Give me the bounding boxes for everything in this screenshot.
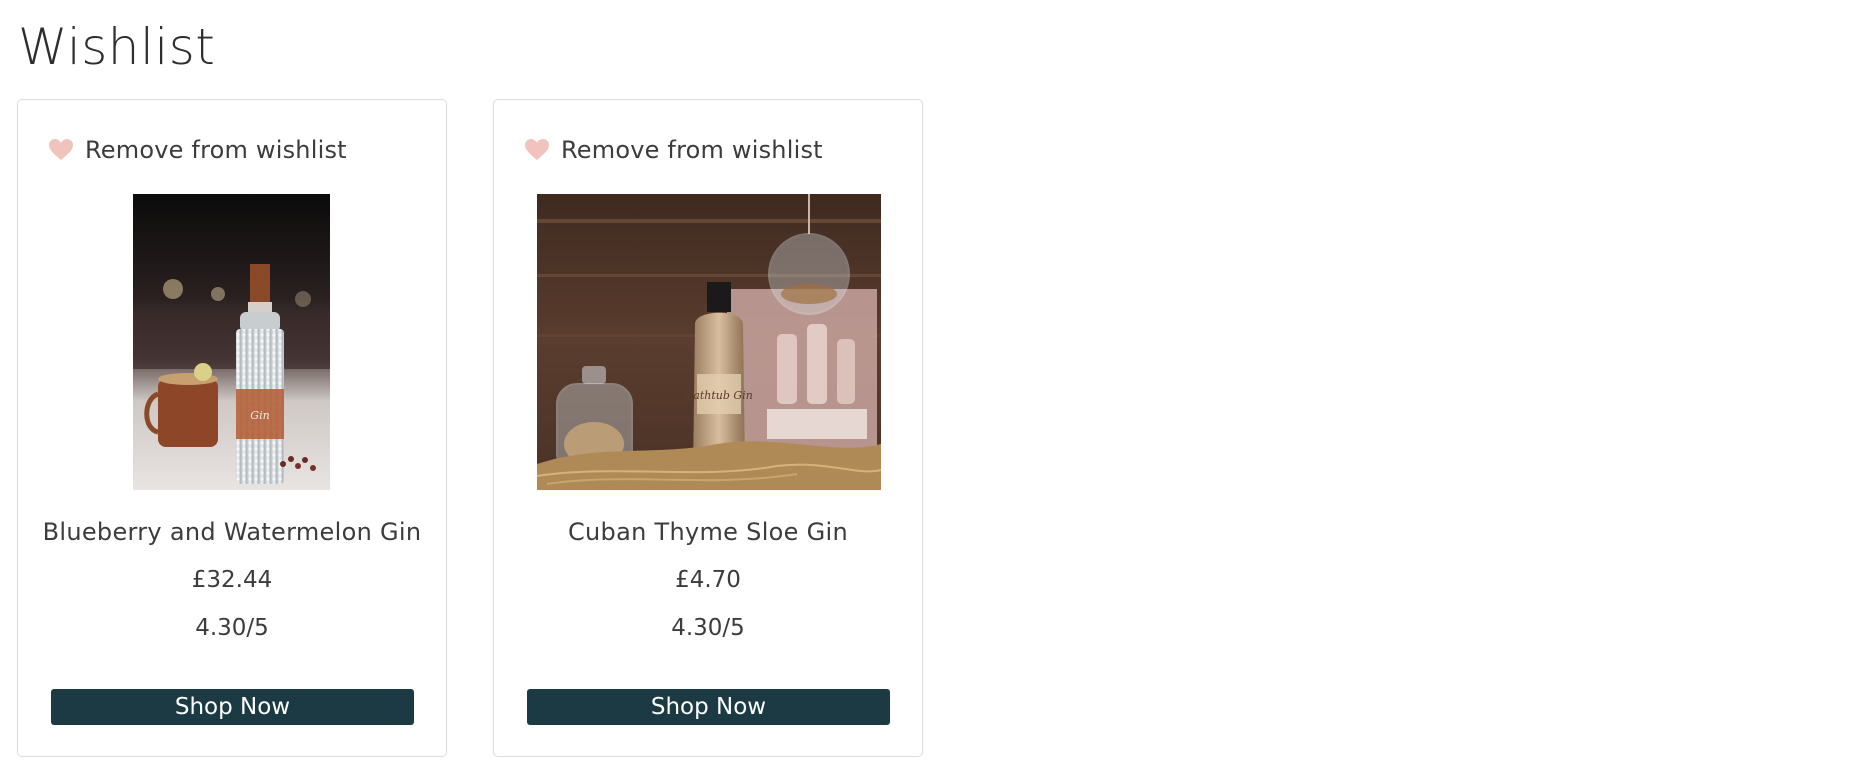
wishlist-action-label: Remove from wishlist xyxy=(561,136,823,164)
remove-from-wishlist-button[interactable]: Remove from wishlist xyxy=(524,136,823,164)
heart-icon xyxy=(49,139,73,160)
product-name[interactable]: Blueberry and Watermelon Gin xyxy=(18,518,446,546)
heart-icon xyxy=(525,139,549,160)
product-rating: 4.30/5 xyxy=(195,615,269,641)
product-price: £32.44 xyxy=(191,567,273,593)
product-image[interactable]: Gin xyxy=(133,194,330,490)
remove-from-wishlist-button[interactable]: Remove from wishlist xyxy=(48,136,347,164)
svg-text:Gin: Gin xyxy=(250,409,269,422)
product-rating: 4.30/5 xyxy=(671,615,745,641)
product-card: Remove from wishlist xyxy=(493,99,923,757)
wishlist-action-label: Remove from wishlist xyxy=(85,136,347,164)
shop-now-button[interactable]: Shop Now xyxy=(51,689,414,725)
svg-text:Bathtub Gin: Bathtub Gin xyxy=(684,389,753,402)
product-name[interactable]: Cuban Thyme Sloe Gin xyxy=(494,518,922,546)
shop-now-button[interactable]: Shop Now xyxy=(527,689,890,725)
page-title: Wishlist xyxy=(18,18,216,76)
product-image[interactable]: Bathtub Gin xyxy=(537,194,881,490)
product-card: Remove from wishlist xyxy=(17,99,447,757)
product-price: £4.70 xyxy=(675,567,741,593)
